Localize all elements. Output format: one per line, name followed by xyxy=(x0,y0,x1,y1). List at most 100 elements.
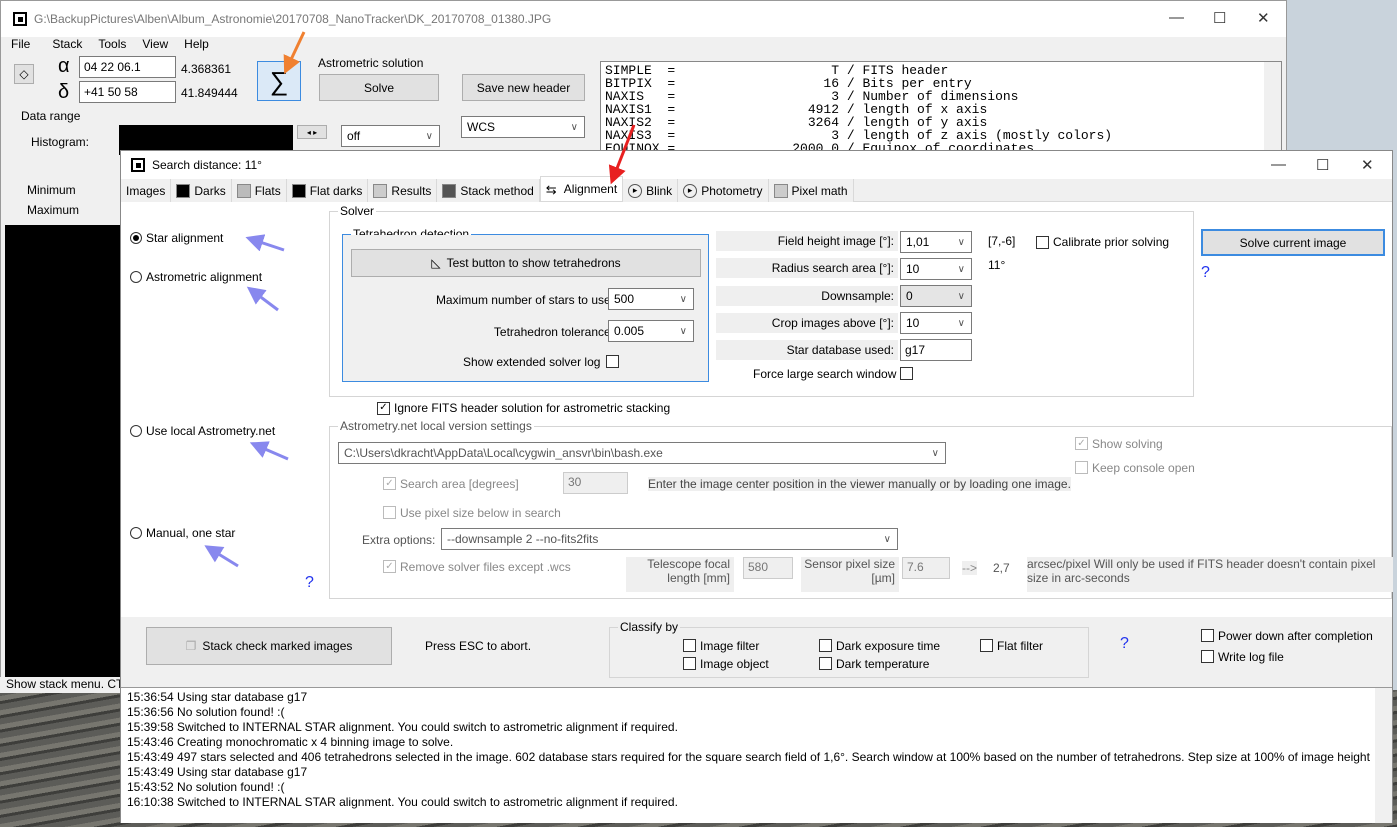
stack-check-marked-button[interactable]: ❐ Stack check marked images xyxy=(146,627,392,665)
checkbox-label: Write log file xyxy=(1218,650,1284,664)
tab-flat-darks[interactable]: Flat darks xyxy=(286,179,369,202)
test-tetrahedrons-button[interactable]: ◺ Test button to show tetrahedrons xyxy=(351,249,701,277)
crop-select[interactable]: 10 ∨ xyxy=(900,312,972,334)
maximize-button[interactable]: ☐ xyxy=(1213,9,1226,27)
select-value: 1,01 xyxy=(906,235,930,249)
menu-file[interactable]: File xyxy=(11,37,30,51)
downsample-select[interactable]: 0 ∨ xyxy=(900,285,972,307)
photometry-icon: ▸ xyxy=(683,183,698,198)
star-db-input[interactable] xyxy=(900,339,972,361)
radius-select[interactable]: 10 ∨ xyxy=(900,258,972,280)
radio-local-astrometry[interactable]: Use local Astrometry.net xyxy=(130,424,275,438)
extra-options-select[interactable]: --downsample 2 --no-fits2fits ∨ xyxy=(441,528,898,550)
log-scrollbar[interactable] xyxy=(1375,688,1392,823)
help-link[interactable]: ? xyxy=(1201,264,1210,282)
solve-button[interactable]: Solve xyxy=(319,74,439,101)
wcs-select[interactable]: WCS ∨ xyxy=(461,116,585,138)
search-area-checkbox[interactable]: ✓ Search area [degrees] xyxy=(383,477,519,491)
tab-results[interactable]: Results xyxy=(368,179,438,202)
log-memo[interactable]: 15:36:54 Using star database g17 15:36:56… xyxy=(121,687,1392,823)
force-large-checkbox[interactable] xyxy=(900,367,913,380)
tab-label: Darks xyxy=(194,183,226,198)
keep-console-checkbox[interactable]: Keep console open xyxy=(1075,461,1195,475)
log-line: 15:43:49 Using star database g17 xyxy=(127,765,308,779)
histogram-scroll[interactable]: ◂ ▸ xyxy=(297,125,327,139)
extended-log-checkbox[interactable] xyxy=(606,355,619,368)
save-new-header-button[interactable]: Save new header xyxy=(462,74,585,101)
checkbox-icon xyxy=(1201,629,1214,642)
ignore-fits-checkbox[interactable]: ✓ Ignore FITS header solution for astrome… xyxy=(377,401,670,415)
radio-manual-one-star[interactable]: Manual, one star xyxy=(130,526,235,540)
tetrahedron-group: Tetrahedron detection ◺ Test button to sh… xyxy=(342,227,709,382)
power-down-checkbox[interactable]: Power down after completion xyxy=(1201,629,1373,643)
astrometry-net-group: Astrometry.net local version settings C:… xyxy=(329,419,1393,599)
focal-length-label: Telescope focal length [mm] xyxy=(626,557,734,592)
menu-tools[interactable]: Tools xyxy=(98,37,126,51)
tab-stack-method[interactable]: Stack method xyxy=(437,179,540,202)
calibrate-checkbox[interactable]: Calibrate prior solving xyxy=(1036,235,1169,249)
close-button[interactable]: ✕ xyxy=(1361,156,1374,174)
tab-images[interactable]: Images xyxy=(121,179,172,202)
minimize-button[interactable]: — xyxy=(1271,156,1286,173)
classify-dark-temperature[interactable]: Dark temperature xyxy=(819,657,929,671)
scrollbar[interactable] xyxy=(1264,62,1281,150)
tab-darks[interactable]: Darks xyxy=(171,179,232,202)
log-line: 15:36:56 No solution found! :( xyxy=(127,705,285,719)
checkbox-icon xyxy=(1201,650,1214,663)
classify-image-object[interactable]: Image object xyxy=(683,657,769,671)
main-titlebar: G:\BackupPictures\Alben\Album_Astronomie… xyxy=(1,1,1286,37)
off-select[interactable]: off ∨ xyxy=(341,125,440,147)
field-note: [7,-6] xyxy=(988,234,1016,248)
tab-flats[interactable]: Flats xyxy=(231,179,287,202)
chevron-down-icon: ∨ xyxy=(425,130,433,142)
minimize-button[interactable]: — xyxy=(1169,9,1184,26)
write-log-checkbox[interactable]: Write log file xyxy=(1201,650,1284,664)
max-stars-select[interactable]: 500 ∨ xyxy=(608,288,694,310)
chevron-down-icon: ∨ xyxy=(931,447,939,459)
close-button[interactable]: ✕ xyxy=(1257,9,1270,27)
solve-current-image-button[interactable]: Solve current image xyxy=(1201,229,1385,256)
tab-photometry[interactable]: ▸ Photometry xyxy=(678,179,769,202)
diamond-button[interactable]: ◇ xyxy=(14,64,34,84)
select-value: 0 xyxy=(906,289,913,303)
field-height-select[interactable]: 1,01 ∨ xyxy=(900,231,972,253)
search-area-input[interactable]: 30 xyxy=(563,472,628,494)
classify-dark-exposure[interactable]: Dark exposure time xyxy=(819,639,940,653)
radio-star-alignment[interactable]: Star alignment xyxy=(130,231,223,245)
tolerance-select[interactable]: 0.005 ∨ xyxy=(608,320,694,342)
help-link[interactable]: ? xyxy=(1120,635,1129,653)
dec-input[interactable] xyxy=(79,81,176,103)
menu-view[interactable]: View xyxy=(142,37,168,51)
flat-darks-icon xyxy=(291,183,306,198)
pixel-size-input[interactable]: 7.6 xyxy=(902,557,950,579)
remove-solver-files-checkbox[interactable]: ✓ Remove solver files except .wcs xyxy=(383,560,571,574)
fits-header-text[interactable]: SIMPLE = T / FITS header BITPIX = 16 / Bi… xyxy=(600,61,1282,151)
arrow-label: --> xyxy=(962,561,977,575)
ra-degrees: 4.368361 xyxy=(181,62,232,76)
use-pixel-size-checkbox[interactable]: Use pixel size below in search xyxy=(383,506,561,520)
help-link[interactable]: ? xyxy=(305,574,314,592)
maximize-button[interactable]: ☐ xyxy=(1316,156,1329,174)
tab-alignment[interactable]: ⇆ Alignment xyxy=(539,176,624,201)
tab-pixel-math[interactable]: Pixel math xyxy=(768,179,854,202)
classify-image-filter[interactable]: Image filter xyxy=(683,639,759,653)
checkbox-label: Show solving xyxy=(1092,437,1163,451)
select-value: 500 xyxy=(614,292,635,306)
ra-input[interactable] xyxy=(79,56,176,78)
radio-astrometric-alignment[interactable]: Astrometric alignment xyxy=(130,270,262,284)
menu-help[interactable]: Help xyxy=(184,37,209,51)
classify-flat-filter[interactable]: Flat filter xyxy=(980,639,1043,653)
stack-sigma-button[interactable]: ∑ xyxy=(257,61,301,101)
checkbox-icon xyxy=(980,639,993,652)
tab-label: Photometry xyxy=(701,183,763,198)
maximum-label: Maximum xyxy=(27,203,80,217)
tab-blink[interactable]: ▸ Blink xyxy=(623,179,679,202)
alpha-label: α xyxy=(58,55,70,77)
histogram-label: Histogram: xyxy=(31,135,90,149)
menu-stack[interactable]: Stack xyxy=(46,37,82,51)
log-line: 15:43:49 497 stars selected and 406 tetr… xyxy=(127,750,1370,764)
show-solving-checkbox[interactable]: ✓ Show solving xyxy=(1075,437,1163,451)
bash-path-select[interactable]: C:\Users\dkracht\AppData\Local\cygwin_an… xyxy=(338,442,946,464)
downsample-label: Downsample: xyxy=(716,286,898,306)
focal-length-input[interactable]: 580 xyxy=(743,557,793,579)
